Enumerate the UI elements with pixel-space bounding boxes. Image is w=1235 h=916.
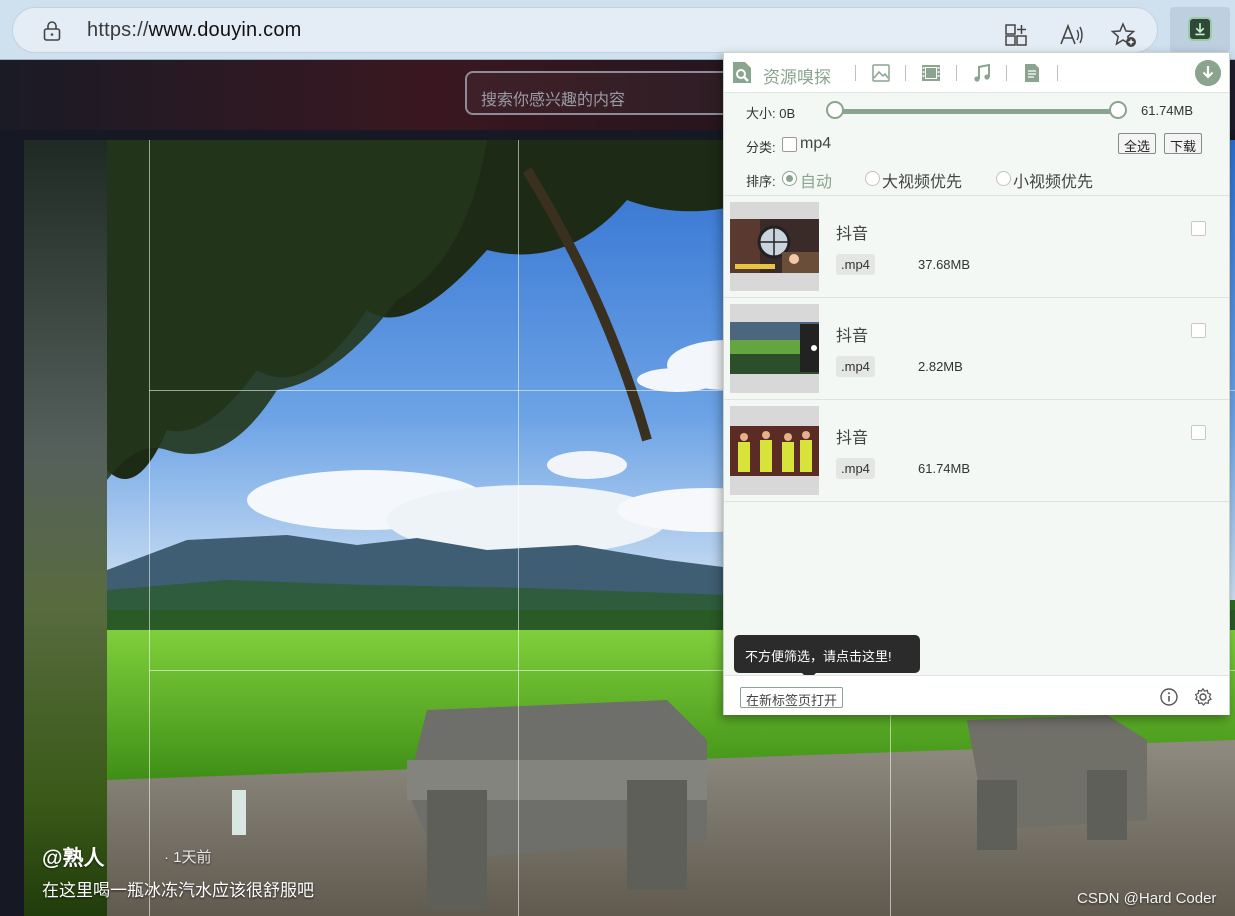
- sort-auto-label[interactable]: 自动: [800, 168, 832, 192]
- category-label: 分类:: [746, 140, 776, 155]
- grid-line: [149, 140, 150, 916]
- size-slider-min-handle[interactable]: [826, 101, 844, 119]
- sort-label: 排序:: [746, 174, 776, 189]
- read-aloud-icon[interactable]: [1056, 20, 1086, 50]
- category-mp4-checkbox[interactable]: [782, 137, 797, 152]
- info-icon[interactable]: [1159, 687, 1179, 707]
- url-text[interactable]: https://www.douyin.com: [87, 19, 302, 42]
- sort-large-first-label[interactable]: 大视频优先: [882, 168, 962, 192]
- list-divider: [724, 501, 1229, 502]
- resource-extension-tag: .mp4: [836, 254, 875, 275]
- toolbar-divider: [956, 65, 957, 81]
- select-all-button[interactable]: 全选: [1118, 133, 1157, 154]
- download-button[interactable]: 下载: [1164, 133, 1203, 154]
- resource-size: 37.68MB: [918, 257, 971, 272]
- popup-toolbar: 资源嗅探: [724, 53, 1229, 93]
- resource-checkbox[interactable]: [1191, 323, 1206, 338]
- video-side-shade: [24, 140, 109, 916]
- size-slider-max-handle[interactable]: [1109, 101, 1127, 119]
- sort-small-first-label[interactable]: 小视频优先: [1013, 168, 1093, 192]
- resource-title: 抖音: [836, 430, 869, 447]
- split-screen-icon[interactable]: [1001, 20, 1031, 50]
- video-description: 在这里喝一瓶冰冻汽水应该很舒服吧: [42, 881, 314, 900]
- resource-thumbnail: [730, 304, 819, 393]
- toolbar-divider: [855, 65, 856, 81]
- add-favorite-icon[interactable]: [1109, 20, 1139, 50]
- browser-toolbar: https://www.douyin.com: [0, 0, 1235, 60]
- size-label: 大小: 0B: [746, 106, 796, 121]
- extension-button[interactable]: [1170, 7, 1230, 53]
- grid-line: [518, 140, 519, 916]
- address-bar[interactable]: https://www.douyin.com: [12, 7, 1158, 53]
- resource-title: 抖音: [836, 226, 869, 243]
- resource-size: 2.82MB: [918, 359, 963, 374]
- music-icon[interactable]: [971, 62, 993, 84]
- resource-checkbox[interactable]: [1191, 221, 1206, 236]
- resource-item[interactable]: 抖音 .mp4 37.68MB: [724, 196, 1229, 298]
- sort-small-first-radio[interactable]: [996, 171, 1011, 186]
- video-icon[interactable]: [920, 62, 942, 84]
- download-all-icon[interactable]: [1195, 60, 1221, 86]
- lock-icon[interactable]: [43, 21, 61, 41]
- extension-download-icon: [1188, 17, 1212, 41]
- resource-sniffer-popup: 资源嗅探 大小: 0B 61.74MB 分类: mp4 全选 下载 排序: 自动…: [723, 52, 1230, 715]
- size-max-label: 61.74MB: [1141, 103, 1194, 118]
- toolbar-divider: [1057, 65, 1058, 81]
- watermark: CSDN @Hard Coder: [1077, 890, 1217, 907]
- video-author[interactable]: @熟人: [42, 842, 104, 872]
- resource-thumbnail: [730, 406, 819, 495]
- resource-checkbox[interactable]: [1191, 425, 1206, 440]
- size-slider-track[interactable]: [836, 109, 1119, 114]
- resource-item[interactable]: 抖音 .mp4 2.82MB: [724, 298, 1229, 400]
- popup-footer: 在新标签页打开: [724, 675, 1229, 715]
- popup-title: 资源嗅探: [763, 68, 831, 87]
- sort-auto-radio[interactable]: [782, 171, 797, 186]
- resource-size: 61.74MB: [918, 461, 971, 476]
- sort-large-first-radio[interactable]: [865, 171, 880, 186]
- toolbar-divider: [1006, 65, 1007, 81]
- document-icon[interactable]: [1021, 62, 1043, 84]
- image-icon[interactable]: [870, 62, 892, 84]
- resource-extension-tag: .mp4: [836, 458, 875, 479]
- category-mp4-label[interactable]: mp4: [800, 135, 831, 153]
- resource-title: 抖音: [836, 328, 869, 345]
- search-input[interactable]: 搜索你感兴趣的内容: [465, 71, 765, 115]
- video-time: · 1天前: [164, 849, 212, 866]
- toolbar-divider: [905, 65, 906, 81]
- open-in-new-tab-button[interactable]: 在新标签页打开: [740, 687, 844, 708]
- resource-extension-tag: .mp4: [836, 356, 875, 377]
- resource-item[interactable]: 抖音 .mp4 61.74MB: [724, 400, 1229, 502]
- settings-gear-icon[interactable]: [1193, 687, 1213, 707]
- resource-thumbnail: [730, 202, 819, 291]
- filter-tip-tooltip: 不方便筛选，请点击这里!: [734, 635, 920, 680]
- sniffer-logo-icon: [733, 62, 751, 83]
